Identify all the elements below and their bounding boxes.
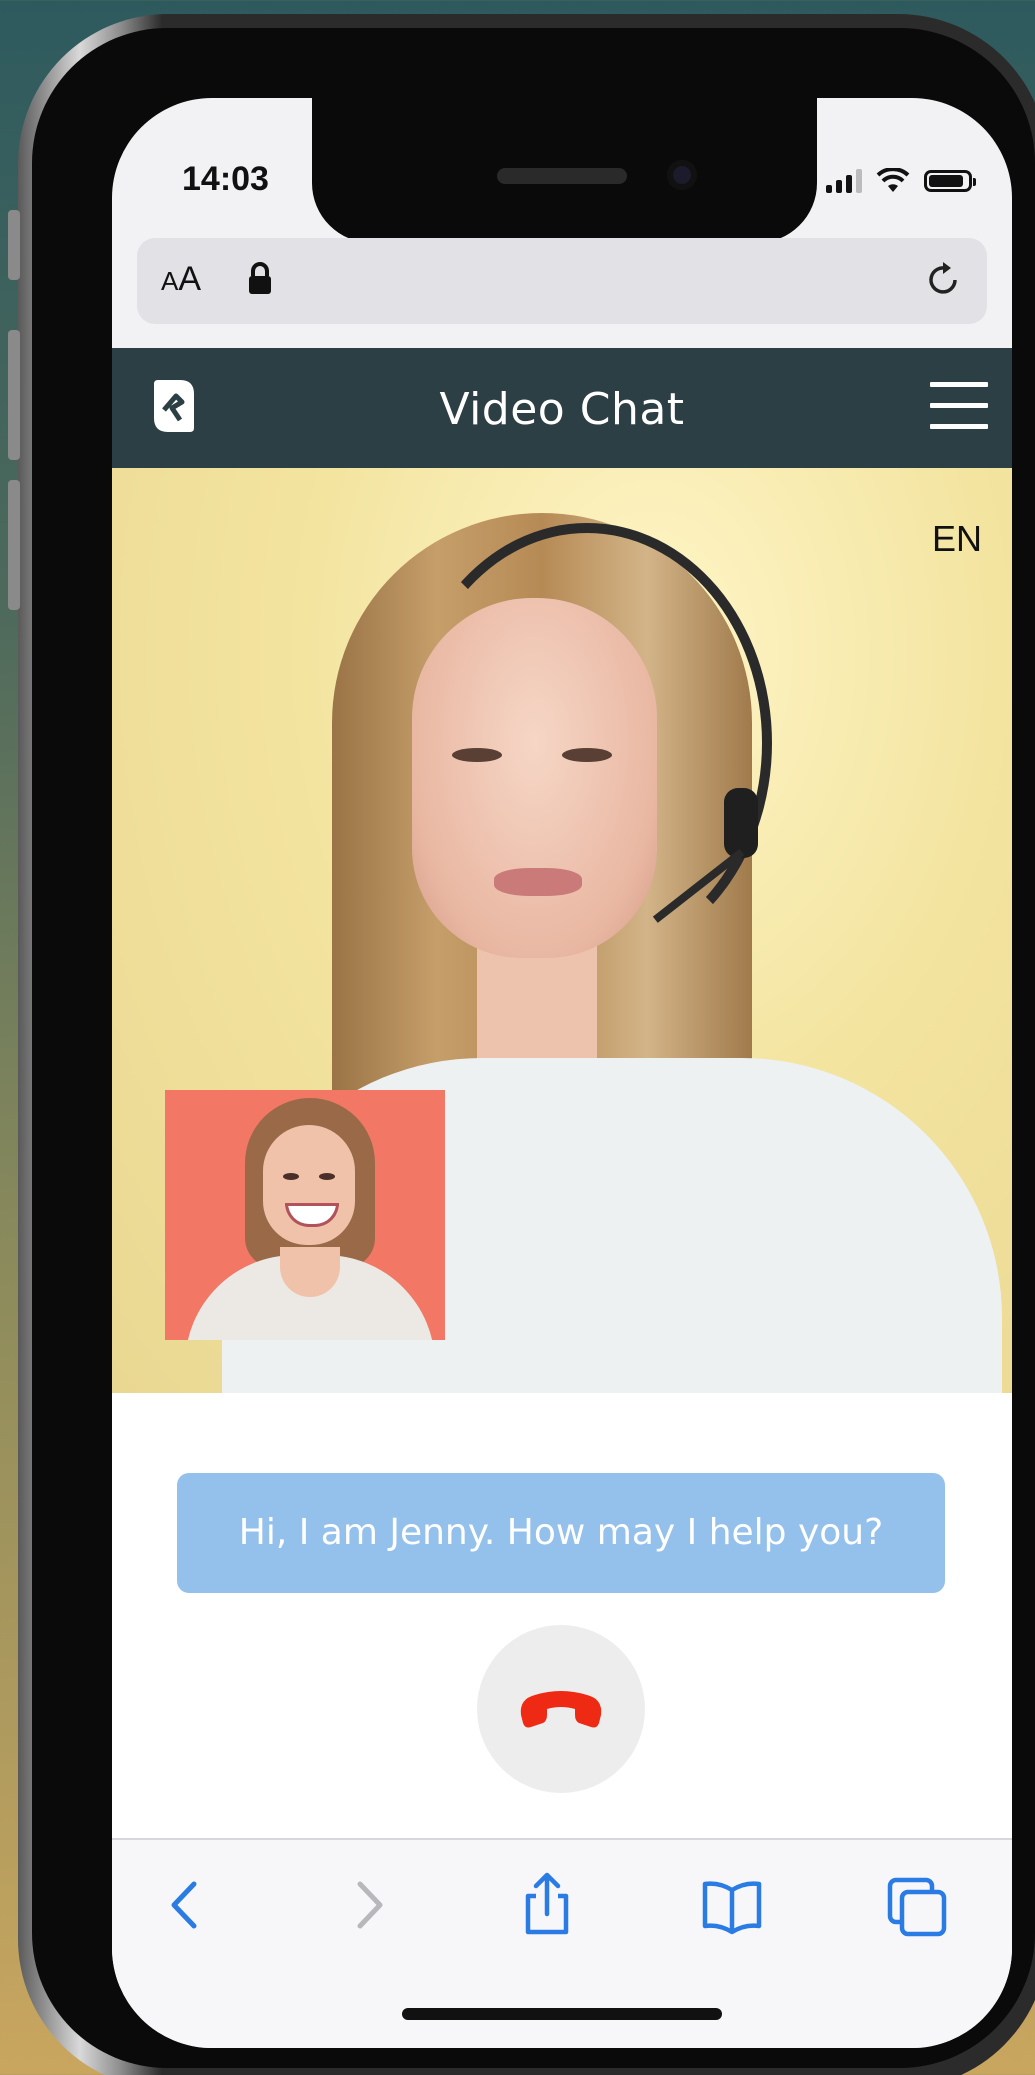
self-view-video[interactable]	[165, 1090, 445, 1340]
back-icon[interactable]	[152, 1870, 222, 1940]
app-header: Video Chat	[112, 348, 1012, 468]
phone-bezel: 14:03 AA Video Chat EN Hi, I am Jenny. H…	[32, 28, 1035, 2068]
front-camera	[667, 160, 697, 190]
status-icons	[826, 168, 976, 194]
earpiece-speaker	[497, 168, 627, 184]
wifi-icon	[876, 168, 910, 192]
headset-icon	[402, 523, 772, 963]
mute-switch	[8, 210, 20, 280]
language-selector[interactable]: EN	[932, 518, 982, 560]
lock-icon	[249, 262, 271, 294]
cellular-signal-icon	[826, 169, 862, 193]
hangup-button[interactable]	[477, 1625, 645, 1793]
volume-up-button	[8, 330, 20, 460]
chat-message-bubble: Hi, I am Jenny. How may I help you?	[177, 1473, 945, 1593]
phone-screen: 14:03 AA Video Chat EN Hi, I am Jenny. H…	[112, 98, 1012, 2048]
reload-icon[interactable]	[921, 258, 965, 302]
tabs-icon[interactable]	[882, 1870, 952, 1940]
home-indicator[interactable]	[402, 2008, 722, 2020]
page-title: Video Chat	[439, 384, 685, 435]
phone-hangup-icon	[520, 1691, 602, 1728]
hamburger-menu-icon[interactable]	[930, 382, 988, 430]
notch	[312, 98, 817, 243]
battery-icon	[924, 170, 976, 192]
volume-down-button	[8, 480, 20, 610]
status-time: 14:03	[182, 160, 269, 198]
share-icon[interactable]	[512, 1870, 582, 1940]
address-bar[interactable]: AA	[137, 238, 987, 324]
chat-area: Hi, I am Jenny. How may I help you?	[112, 1393, 1012, 1838]
bookmarks-icon[interactable]	[697, 1870, 767, 1940]
text-size-button[interactable]: AA	[161, 260, 201, 299]
forward-icon[interactable]	[332, 1870, 402, 1940]
